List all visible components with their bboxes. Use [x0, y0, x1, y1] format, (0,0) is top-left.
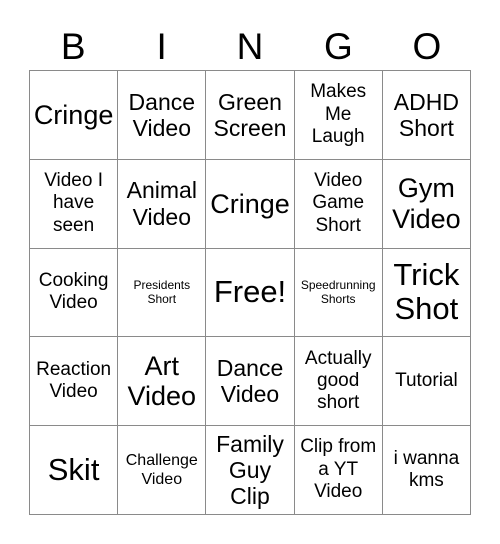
bingo-cell-label: Speedrunning Shorts: [300, 277, 376, 307]
bingo-cell-label: Gym Video: [392, 173, 461, 234]
bingo-cell-g5[interactable]: Clip from a YT Video: [294, 426, 383, 515]
bingo-cell-label: Animal Video: [126, 177, 197, 230]
bingo-cell-g1[interactable]: Makes Me Laugh: [294, 71, 383, 160]
bingo-cell-label: Family Guy Clip: [216, 430, 284, 510]
bingo-cell-label: Tutorial: [395, 370, 458, 392]
bingo-cell-label: Actually good short: [304, 347, 372, 414]
bingo-cell-label: Clip from a YT Video: [300, 436, 377, 503]
bingo-cell-i1[interactable]: Dance Video: [118, 71, 207, 160]
bingo-cell-o2[interactable]: Gym Video: [382, 159, 471, 249]
bingo-cell-label: Dance Video: [128, 88, 196, 141]
bingo-cell-g2[interactable]: Video Game Short: [294, 159, 383, 249]
bingo-cell-i4[interactable]: Art Video: [118, 337, 207, 427]
bingo-cell-free-space[interactable]: Free!: [206, 248, 295, 338]
header-letter-b: B: [60, 25, 86, 67]
header-letter-i: I: [156, 25, 167, 67]
bingo-cell-b4[interactable]: Reaction Video: [30, 337, 119, 427]
header-letter-n: N: [236, 25, 264, 67]
bingo-cell-n1[interactable]: Green Screen: [206, 71, 295, 160]
bingo-cell-label: Dance Video: [216, 355, 284, 408]
bingo-cell-b5[interactable]: Skit: [30, 426, 119, 515]
bingo-cell-g4[interactable]: Actually good short: [294, 337, 383, 427]
bingo-cell-n4[interactable]: Dance Video: [206, 337, 295, 427]
header-letter-g: G: [324, 25, 353, 67]
bingo-cell-label: Green Screen: [213, 88, 287, 141]
bingo-cell-label: Presidents Short: [133, 277, 191, 307]
bingo-cell-i3[interactable]: Presidents Short: [118, 248, 207, 338]
bingo-cell-label: Skit: [47, 452, 100, 488]
bingo-cell-label: Reaction Video: [36, 358, 112, 403]
bingo-cell-o1[interactable]: ADHD Short: [382, 71, 471, 160]
bingo-card: B I N G O Cringe Dance Video Green Scree…: [0, 0, 500, 544]
bingo-free-space-label: Free!: [213, 274, 287, 310]
bingo-cell-i5[interactable]: Challenge Video: [118, 426, 207, 515]
bingo-cell-b1[interactable]: Cringe: [30, 71, 119, 160]
bingo-cell-label: Trick Shot: [393, 257, 460, 327]
bingo-cell-label: i wanna kms: [393, 447, 460, 492]
bingo-cell-n5[interactable]: Family Guy Clip: [206, 426, 295, 515]
bingo-cell-b2[interactable]: Video I have seen: [30, 159, 119, 249]
bingo-cell-g3[interactable]: Speedrunning Shorts: [294, 248, 383, 338]
bingo-cell-o3[interactable]: Trick Shot: [382, 248, 471, 338]
bingo-cell-o4[interactable]: Tutorial: [382, 337, 471, 427]
bingo-header-row: B I N G O: [29, 22, 471, 70]
bingo-cell-label: Cringe: [33, 99, 114, 130]
bingo-cell-label: Makes Me Laugh: [310, 81, 367, 148]
bingo-cell-label: ADHD Short: [393, 88, 459, 141]
bingo-cell-label: Challenge Video: [125, 451, 198, 489]
header-letter-o: O: [412, 25, 442, 67]
bingo-cell-i2[interactable]: Animal Video: [118, 159, 207, 249]
bingo-cell-label: Cooking Video: [38, 270, 109, 314]
bingo-cell-label: Cringe: [210, 188, 290, 219]
bingo-cell-b3[interactable]: Cooking Video: [30, 248, 119, 338]
bingo-cell-n2[interactable]: Cringe: [206, 159, 295, 249]
bingo-grid: Cringe Dance Video Green Screen Makes Me…: [29, 70, 471, 515]
bingo-cell-label: Video Game Short: [312, 170, 365, 236]
bingo-cell-label: Art Video: [127, 351, 197, 412]
bingo-cell-o5[interactable]: i wanna kms: [382, 426, 471, 515]
bingo-cell-label: Video I have seen: [44, 170, 103, 236]
